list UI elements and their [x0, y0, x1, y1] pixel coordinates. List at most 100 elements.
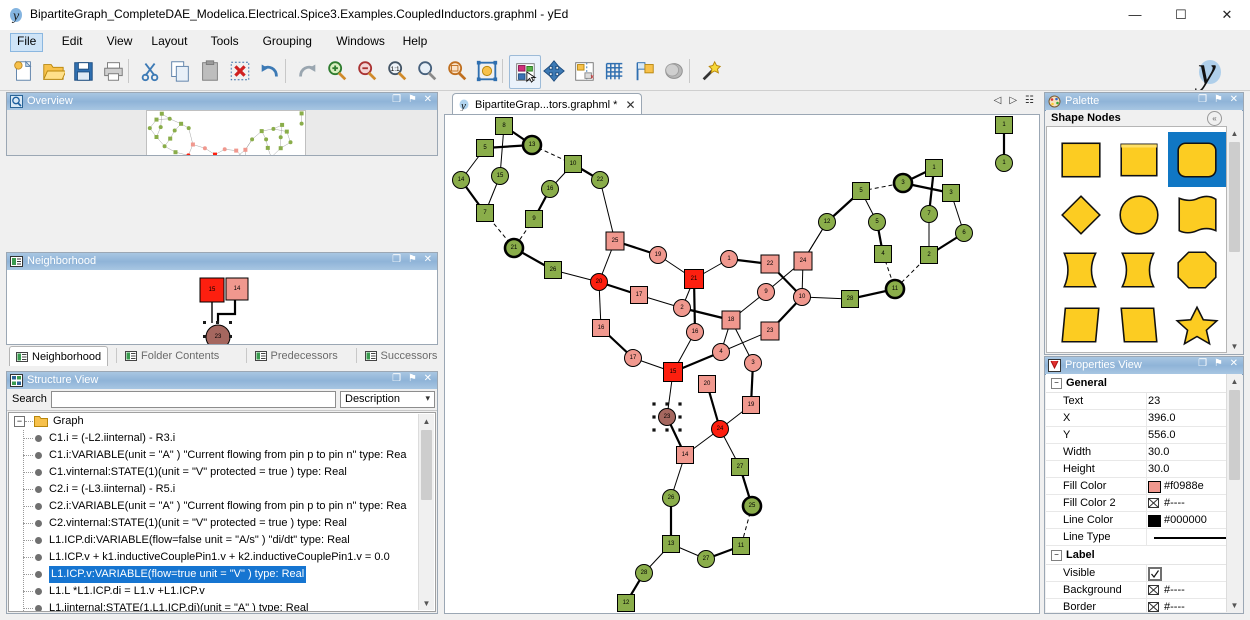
neighborhood-window-buttons[interactable]: ❐ ⚑ ✕ — [392, 254, 434, 265]
tree-item[interactable]: C1.i = (-L2.iinternal) - R3.i — [9, 430, 419, 447]
toolbar-zoom-fit-icon[interactable] — [412, 55, 442, 87]
view-tab-successors[interactable]: Successors — [359, 346, 444, 365]
property-row-x[interactable]: X396.0 — [1046, 410, 1226, 427]
collapse-section-icon[interactable]: « — [1207, 111, 1222, 126]
group-collapse-icon[interactable]: − — [1051, 378, 1062, 389]
selection-handle[interactable] — [678, 402, 681, 405]
structure-tree-scrollbar[interactable]: ▲ ▼ — [418, 414, 434, 610]
properties-scroll-down-icon[interactable]: ▼ — [1227, 598, 1242, 612]
selection-handle[interactable] — [665, 402, 668, 405]
property-row-fill-color[interactable]: Fill Color#f0988e — [1046, 478, 1226, 495]
view-tab-folder-contents[interactable]: Folder Contents — [119, 346, 225, 365]
properties-scroll-up-icon[interactable]: ▲ — [1227, 374, 1242, 388]
toolbar-cut-icon[interactable] — [135, 55, 165, 87]
property-row-y[interactable]: Y556.0 — [1046, 427, 1226, 444]
menu-item-help[interactable]: Help — [396, 33, 435, 51]
palette-section-header[interactable]: Shape Nodes « — [1046, 110, 1242, 127]
menu-item-edit[interactable]: Edit — [55, 33, 90, 51]
palette-scroll-up-icon[interactable]: ▲ — [1227, 126, 1242, 140]
palette-shape-rectangle[interactable] — [1052, 132, 1110, 187]
palette-shape-parallelogram-2[interactable] — [1052, 297, 1110, 352]
tab-list-icon[interactable]: ☷ — [1025, 95, 1034, 106]
view-tab-neighborhood[interactable]: Neighborhood — [9, 346, 108, 366]
property-row-fill-color-2[interactable]: Fill Color 2#---- — [1046, 495, 1226, 512]
toolbar-magic-layout-icon[interactable] — [696, 55, 726, 87]
tree-item[interactable]: C2.vinternal:STATE(1)(unit = "V" protect… — [9, 515, 419, 532]
search-input[interactable] — [51, 391, 336, 408]
palette-window-buttons[interactable]: ❐ ⚑ ✕ — [1198, 94, 1240, 105]
palette-scroll-down-icon[interactable]: ▼ — [1227, 339, 1242, 353]
minimize-button[interactable]: — — [1112, 0, 1158, 29]
tree-item[interactable]: L1.ICP.di:VARIABLE(flow=false unit = "A/… — [9, 532, 419, 549]
properties-scroll-thumb[interactable] — [1229, 390, 1240, 480]
group-collapse-icon[interactable]: − — [1051, 550, 1062, 561]
toolbar-new-document-icon[interactable] — [8, 55, 38, 87]
toolbar-redo-icon[interactable] — [292, 55, 322, 87]
view-tab-predecessors[interactable]: Predecessors — [249, 346, 344, 365]
property-row-line-color[interactable]: Line Color#000000 — [1046, 512, 1226, 529]
selection-handle[interactable] — [665, 428, 668, 431]
color-swatch[interactable] — [1148, 481, 1161, 493]
palette-shape-rectangle-3d[interactable] — [1110, 132, 1168, 187]
toolbar-edit-mode-icon[interactable] — [509, 55, 541, 89]
property-row-border[interactable]: Border#---- — [1046, 599, 1226, 612]
palette-shape-rounded-rectangle[interactable] — [1168, 132, 1226, 187]
selection-handle[interactable] — [678, 415, 681, 418]
properties-group-general[interactable]: −General — [1046, 374, 1226, 393]
palette-shape-trapezoid-left[interactable] — [1052, 242, 1110, 297]
document-tab-close-icon[interactable]: ✕ — [625, 98, 635, 112]
toolbar-undo-icon[interactable] — [255, 55, 285, 87]
palette-shape-ellipse[interactable] — [1110, 187, 1168, 242]
properties-group-label[interactable]: −Label — [1046, 546, 1226, 565]
tree-root-node[interactable]: −Graph — [9, 413, 419, 430]
toolbar-shadow-icon[interactable] — [659, 55, 689, 87]
tree-item[interactable]: L1.ICP.v:VARIABLE(flow=true unit = "V" )… — [9, 566, 419, 583]
tree-item[interactable]: C2.i = (-L3.iinternal) - R5.i — [9, 481, 419, 498]
document-tab[interactable]: y BipartiteGrap...tors.graphml * ✕ — [452, 93, 642, 115]
palette-scrollbar[interactable]: ▲ ▼ — [1226, 126, 1242, 353]
toolbar-move-mode-icon[interactable] — [539, 55, 569, 87]
line-type-sample[interactable] — [1154, 537, 1232, 539]
toolbar-grid-icon[interactable] — [599, 55, 629, 87]
palette-shape-parallelogram[interactable] — [1168, 187, 1226, 242]
overview-viewport[interactable] — [146, 110, 306, 155]
no-color-icon[interactable] — [1148, 602, 1159, 612]
tab-next-icon[interactable]: ▷ — [1009, 95, 1017, 106]
palette-scroll-thumb[interactable] — [1229, 142, 1240, 252]
palette-shape-octagon[interactable] — [1168, 242, 1226, 297]
menu-item-grouping[interactable]: Grouping — [256, 33, 319, 51]
palette-shape-trapezoid[interactable] — [1110, 297, 1168, 352]
tree-item[interactable]: C2.i:VARIABLE(unit = "A" ) "Current flow… — [9, 498, 419, 515]
palette-shape-diamond[interactable] — [1052, 187, 1110, 242]
toolbar-zoom-in-icon[interactable] — [322, 55, 352, 87]
toolbar-label-icon[interactable] — [629, 55, 659, 87]
tab-prev-icon[interactable]: ◁ — [994, 95, 1002, 106]
maximize-button[interactable]: ☐ — [1158, 0, 1204, 29]
menu-item-windows[interactable]: Windows — [329, 33, 392, 51]
property-row-background[interactable]: Background#---- — [1046, 582, 1226, 599]
neighborhood-body[interactable]: 15 14 23 — [7, 270, 437, 344]
tree-expander-icon[interactable]: − — [14, 416, 25, 427]
graph-canvas[interactable]: 8513101415162279212625192017121222249101… — [444, 114, 1040, 614]
no-color-icon[interactable] — [1148, 585, 1159, 595]
toolbar-print-icon[interactable] — [98, 55, 128, 87]
menu-item-view[interactable]: View — [100, 33, 140, 51]
toolbar-save-icon[interactable] — [68, 55, 98, 87]
neighborhood-graph[interactable]: 15 14 23 — [7, 270, 437, 344]
property-row-width[interactable]: Width30.0 — [1046, 444, 1226, 461]
search-filter-combo[interactable]: Description ▾ — [340, 391, 435, 408]
visible-checkbox[interactable] — [1148, 567, 1162, 581]
structure-tree[interactable]: −GraphC1.i = (-L2.iinternal) - R3.iC1.i:… — [8, 412, 436, 612]
toolbar-fit-content-icon[interactable] — [472, 55, 502, 87]
color-swatch[interactable] — [1148, 515, 1161, 527]
menu-item-tools[interactable]: Tools — [204, 33, 246, 51]
menu-item-layout[interactable]: Layout — [144, 33, 194, 51]
property-row-text[interactable]: Text23 — [1046, 393, 1226, 410]
properties-grid[interactable]: −GeneralText23X396.0Y556.0Width30.0Heigh… — [1046, 374, 1226, 612]
menu-item-file[interactable]: File — [10, 33, 43, 52]
property-row-visible[interactable]: Visible — [1046, 565, 1226, 582]
palette-shape-hexagon-vertical[interactable] — [1110, 242, 1168, 297]
toolbar-zoom-actual-size-icon[interactable]: 1:1 — [382, 55, 412, 87]
toolbar-zoom-out-icon[interactable] — [352, 55, 382, 87]
toolbar-paste-icon[interactable] — [195, 55, 225, 87]
